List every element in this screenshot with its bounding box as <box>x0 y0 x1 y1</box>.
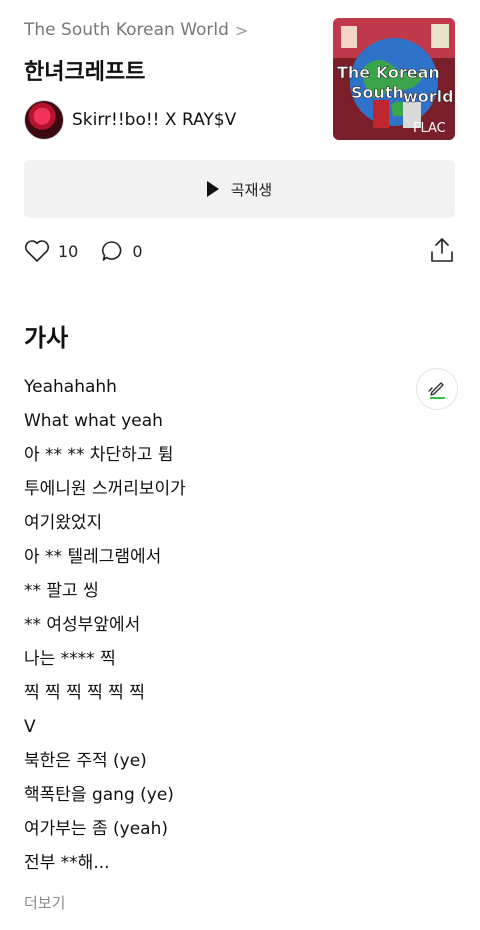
lyric-line: 아 ** ** 차단하고 튐 <box>24 445 174 465</box>
lyric-line: What what yeah <box>24 411 163 431</box>
edit-lyrics-button[interactable] <box>416 368 458 410</box>
pen-icon <box>428 382 445 399</box>
lyric-line: 찍 찍 찍 찍 찍 찍 <box>24 683 145 703</box>
artist-row[interactable]: Skirr!!bo!! X RAY$V <box>24 100 236 140</box>
album-title: The South Korean World <box>24 20 229 40</box>
comment-icon <box>102 241 122 261</box>
lyrics-heading: 가사 <box>24 324 69 352</box>
lyric-line: ** 여성부앞에서 <box>24 615 141 635</box>
comment-button[interactable]: 0 <box>100 239 143 263</box>
album-cover-art: The Korean South world FLAC <box>333 18 455 140</box>
lyric-line: 투에니원 스꺼리보이가 <box>24 479 186 499</box>
album-link[interactable]: The South Korean World > <box>24 20 248 40</box>
lyric-line: ** 팔고 씽 <box>24 581 99 601</box>
flac-badge: FLAC <box>413 121 446 136</box>
lyric-line: 나는 **** 찍 <box>24 649 116 669</box>
lyric-line: 전부 **해... <box>24 853 110 873</box>
action-bar: 10 0 <box>24 236 455 266</box>
share-icon <box>431 238 453 262</box>
lyric-line: V <box>24 717 36 737</box>
cover-title-3: world <box>403 87 454 106</box>
lyrics-body: Yeahahahh What what yeah 아 ** ** 차단하고 튐 … <box>24 370 404 880</box>
chevron-right-icon: > <box>234 20 249 40</box>
like-count: 10 <box>58 241 79 261</box>
lyric-line: 여기왔었지 <box>24 513 103 533</box>
artist-name[interactable]: Skirr!!bo!! X RAY$V <box>72 110 236 130</box>
play-label: 곡재생 <box>230 180 273 199</box>
cover-title-1: The Korean <box>337 63 440 82</box>
play-icon <box>206 181 219 197</box>
lyric-line: Yeahahahh <box>24 377 117 397</box>
more-button[interactable]: 더보기 <box>24 892 65 913</box>
play-button[interactable]: 곡재생 <box>24 160 455 218</box>
cover-title-2: South <box>351 83 404 102</box>
lyric-line: 핵폭탄을 gang (ye) <box>24 785 174 805</box>
lyric-line: 아 ** 텔레그램에서 <box>24 547 162 567</box>
song-title: 한녀크레프트 <box>24 60 146 85</box>
album-cover[interactable]: The Korean South world FLAC <box>333 18 455 140</box>
like-button[interactable]: 10 <box>24 239 78 263</box>
lyric-line: 여가부는 좀 (yeah) <box>24 819 168 839</box>
heart-icon <box>24 240 50 262</box>
share-button[interactable] <box>429 236 455 268</box>
artist-avatar[interactable] <box>24 100 64 140</box>
comment-count: 0 <box>132 241 143 261</box>
lyric-line: 북한은 주적 (ye) <box>24 751 147 771</box>
